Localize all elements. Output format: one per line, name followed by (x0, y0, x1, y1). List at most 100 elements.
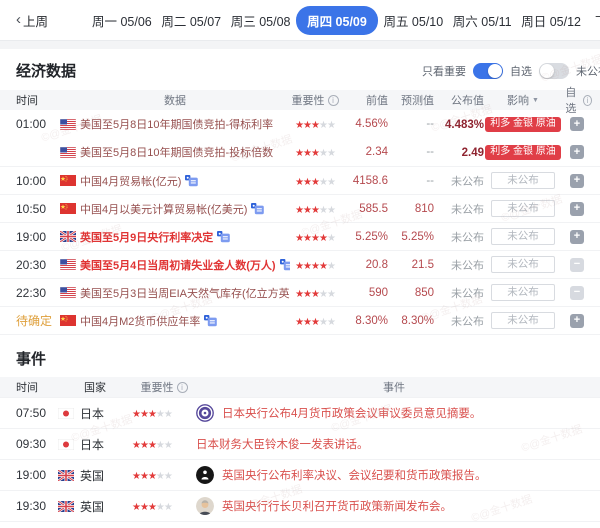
prev-value: 4.56% (340, 118, 388, 130)
remove-favorite-button[interactable]: − (570, 286, 584, 300)
star-icon: ★ (140, 471, 148, 482)
tab-05/09[interactable]: 周四 05/09 (296, 6, 378, 35)
flag-cn-icon (60, 203, 76, 214)
star-icon: ★ (327, 120, 335, 131)
event-text: 英国央行公布利率决议、会议纪要和货币政策报告。 (222, 467, 487, 483)
events-table-body: 07:50 日本 ★★★★★ 日本央行公布4月货币政策会议审议委员意见摘要。 0… (0, 397, 600, 522)
info-circle-icon[interactable]: i (177, 382, 188, 393)
econ-row-name[interactable]: 中国4月M2货币供应年率 (60, 313, 290, 329)
star-icon: ★ (132, 502, 140, 513)
col-event-importance: 重要性i (132, 379, 196, 395)
importance-stars: ★★★★★ (132, 468, 196, 482)
event-cell[interactable]: 日本财务大臣铃木俊一发表讲话。 (196, 436, 592, 452)
custom-filter-toggle[interactable] (539, 63, 569, 79)
col-forecast: 预测值 (388, 92, 434, 108)
impact-unpublished-button: 未公布 (491, 284, 555, 302)
econ-row: 01:00 美国至5月8日10年期国债竞拍-得标利率 ★★★★★ 4.56% -… (0, 110, 600, 138)
star-icon: ★ (319, 233, 327, 244)
tab-05/07[interactable]: 周二 05/07 (157, 6, 225, 35)
econ-row-name[interactable]: 美国至5月8日10年期国债竞拍-投标倍数 (60, 144, 290, 160)
related-data-icon[interactable] (204, 314, 217, 327)
related-data-icon[interactable] (185, 174, 198, 187)
econ-row-name[interactable]: 美国至5月8日10年期国债竞拍-得标利率 (60, 116, 290, 132)
event-time: 19:00 (16, 468, 58, 482)
econ-row-name[interactable]: 中国4月贸易帐(亿元) (60, 173, 290, 189)
impact-cell: 利多 金银 原油 (484, 117, 562, 132)
econ-row-name[interactable]: 中国4月以美元计算贸易帐(亿美元) (60, 201, 290, 217)
importance-stars: ★★★★★ (290, 174, 340, 188)
importance-stars: ★★★★★ (290, 258, 340, 272)
forecast-value: -- (388, 118, 434, 130)
favorite-cell: + (562, 314, 592, 328)
tab-05/11[interactable]: 周六 05/11 (449, 6, 516, 35)
events-table-header: 时间 国家 重要性i 事件 (0, 377, 600, 397)
forecast-value: 21.5 (388, 259, 434, 271)
flag-gb-icon (60, 231, 76, 242)
published-value: 4.483% (434, 117, 484, 131)
only-important-toggle[interactable] (473, 63, 503, 79)
event-time: 09:30 (16, 437, 58, 451)
star-icon: ★ (311, 261, 319, 272)
custom-filter-label: 自选 (510, 63, 532, 79)
star-icon: ★ (311, 233, 319, 244)
importance-stars: ★★★★★ (132, 406, 196, 420)
tab-05/06[interactable]: 周一 05/06 (88, 6, 156, 35)
favorite-cell: + (562, 117, 592, 131)
remove-favorite-button[interactable]: − (570, 258, 584, 272)
info-circle-icon[interactable]: i (328, 95, 339, 106)
star-icon: ★ (319, 317, 327, 328)
econ-row-time: 22:30 (16, 286, 60, 300)
prev-week-button[interactable]: ‹ 上周 (16, 11, 68, 30)
add-favorite-button[interactable]: + (570, 117, 584, 131)
econ-row-name[interactable]: 英国至5月9日央行利率决定 (60, 229, 290, 245)
info-circle-icon[interactable]: i (583, 95, 592, 106)
forecast-value: 850 (388, 287, 434, 299)
star-icon: ★ (164, 409, 172, 420)
star-icon: ★ (295, 233, 303, 244)
event-cell[interactable]: 英国央行行长贝利召开货币政策新闻发布会。 (196, 497, 592, 515)
related-data-icon[interactable] (280, 258, 290, 271)
prev-week-label: 上周 (23, 11, 48, 30)
chevron-left-icon: ‹ (16, 12, 21, 27)
star-icon: ★ (319, 289, 327, 300)
event-country: 英国 (58, 498, 132, 515)
star-icon: ★ (140, 502, 148, 513)
tab-05/10[interactable]: 周五 05/10 (379, 6, 447, 35)
importance-stars: ★★★★★ (132, 499, 196, 513)
related-data-icon[interactable] (251, 202, 264, 215)
col-impact[interactable]: 影响▼ (484, 92, 562, 108)
col-importance: 重要性i (290, 92, 340, 108)
prev-value: 585.5 (340, 203, 388, 215)
tab-05/12[interactable]: 周日 05/12 (517, 6, 585, 35)
next-week-button[interactable]: 下周 (595, 11, 600, 30)
star-icon: ★ (164, 471, 172, 482)
unpublished-filter-label: 未公布 (576, 63, 600, 79)
star-icon: ★ (156, 409, 164, 420)
event-country: 英国 (58, 467, 132, 484)
importance-stars: ★★★★★ (290, 202, 340, 216)
star-icon: ★ (327, 148, 335, 159)
star-icon: ★ (140, 440, 148, 451)
econ-row: 19:00 英国至5月9日央行利率决定 ★★★★★ 5.25% 5.25% 未公… (0, 222, 600, 250)
related-data-icon[interactable] (217, 230, 230, 243)
econ-row: 22:30 美国至5月3日当周EIA天然气库存(亿立方英尺) ★★★★★ 590… (0, 278, 600, 306)
published-value: 未公布 (434, 285, 484, 301)
event-cell[interactable]: 英国央行公布利率决议、会议纪要和货币政策报告。 (196, 466, 592, 484)
published-value: 未公布 (434, 173, 484, 189)
tab-05/08[interactable]: 周三 05/08 (227, 6, 295, 35)
econ-row-time: 19:00 (16, 230, 60, 244)
impact-unpublished-button: 未公布 (491, 200, 555, 218)
add-favorite-button[interactable]: + (570, 145, 584, 159)
event-country-label: 英国 (80, 498, 104, 515)
add-favorite-button[interactable]: + (570, 202, 584, 216)
flag-us-icon (60, 259, 76, 270)
add-favorite-button[interactable]: + (570, 314, 584, 328)
event-cell[interactable]: 日本央行公布4月货币政策会议审议委员意见摘要。 (196, 404, 592, 422)
econ-row-name[interactable]: 美国至5月3日当周EIA天然气库存(亿立方英尺) (60, 285, 290, 301)
impact-cell: 利多 金银 原油 (484, 145, 562, 160)
published-value: 未公布 (434, 257, 484, 273)
add-favorite-button[interactable]: + (570, 230, 584, 244)
add-favorite-button[interactable]: + (570, 174, 584, 188)
event-country-label: 英国 (80, 467, 104, 484)
econ-row-name[interactable]: 美国至5月4日当周初请失业金人数(万人) (60, 257, 290, 273)
